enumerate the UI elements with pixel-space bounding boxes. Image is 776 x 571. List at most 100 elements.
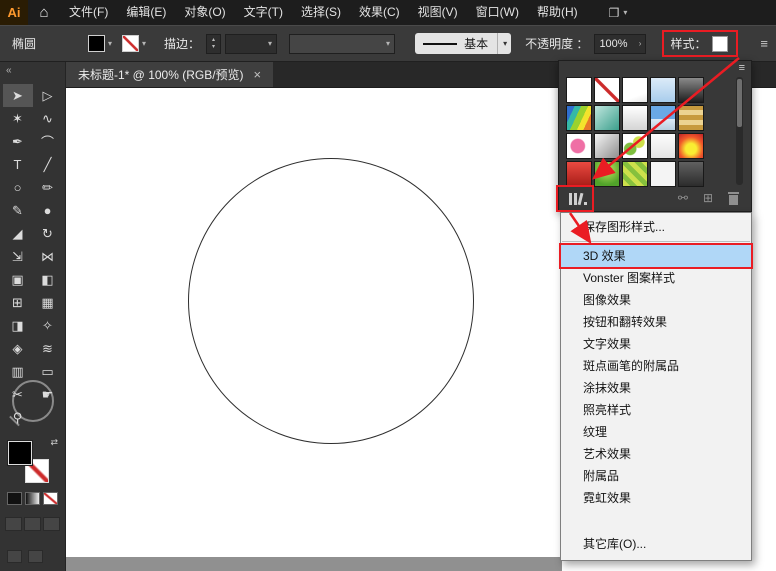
none-button[interactable]	[43, 492, 58, 505]
stepper-up-icon[interactable]: ▴	[212, 37, 215, 44]
style-swatch[interactable]	[712, 36, 728, 52]
menu-item-3d-effects-highlighted[interactable]: 3D 效果	[561, 245, 751, 267]
swatch-green-gloss[interactable]	[594, 161, 620, 187]
width-profile-dropdown[interactable]: ▾	[289, 34, 395, 54]
stroke-weight-stepper[interactable]: ▴ ▾	[206, 34, 221, 54]
gradient-button[interactable]	[25, 492, 40, 505]
swatch-gold-bands[interactable]	[678, 105, 704, 131]
swatch-leaf-pattern[interactable]	[622, 161, 648, 187]
edit-toolbar-button[interactable]	[28, 550, 43, 563]
swatch-green-dots[interactable]	[622, 133, 648, 159]
artboard-tool[interactable]: ▭	[33, 360, 63, 383]
swatch-fire[interactable]	[678, 133, 704, 159]
menu-item[interactable]: 涂抹效果	[561, 377, 751, 399]
perspective-grid-tool[interactable]: ⊞	[3, 291, 33, 314]
lasso-tool[interactable]: ∿	[33, 107, 63, 130]
curvature-tool[interactable]: ⌒	[33, 130, 63, 153]
menu-item[interactable]: 文字效果	[561, 333, 751, 355]
drawn-ellipse-shape[interactable]	[188, 158, 474, 444]
style-control-highlighted[interactable]: 样式：	[662, 30, 738, 57]
swatch-white-sheen[interactable]	[622, 105, 648, 131]
fill-proxy-swatch[interactable]	[8, 441, 32, 465]
eyedropper-tool[interactable]: ✧	[33, 314, 63, 337]
pencil-tool[interactable]: ✎	[3, 199, 33, 222]
menubar-item[interactable]: 视图(V)	[409, 0, 467, 25]
free-transform-tool[interactable]: ▣	[3, 268, 33, 291]
menubar-item[interactable]: 帮助(H)	[528, 0, 587, 25]
workspace-switcher[interactable]: ❐ ▾	[609, 6, 628, 20]
menubar-item[interactable]: 文字(T)	[235, 0, 292, 25]
menu-item[interactable]: 斑点画笔的附属品	[561, 355, 751, 377]
collapse-panel-icon[interactable]: «	[0, 62, 65, 76]
home-icon[interactable]: ⌂	[28, 4, 60, 21]
hand-tool[interactable]: ☛	[33, 383, 63, 406]
scrollbar-thumb[interactable]	[737, 79, 742, 127]
swatch-teal[interactable]	[594, 105, 620, 131]
draw-inside-button[interactable]	[43, 517, 60, 531]
menubar-item[interactable]: 文件(F)	[60, 0, 117, 25]
swatch-pink-blob[interactable]	[566, 133, 592, 159]
break-link-to-style-icon[interactable]: ⚯	[678, 191, 688, 205]
menu-item[interactable]: Vonster 图案样式	[561, 267, 751, 289]
swatch-blue-frame[interactable]	[650, 77, 676, 103]
swatch-plain-light[interactable]	[622, 77, 648, 103]
menubar-item[interactable]: 窗口(W)	[467, 0, 528, 25]
scale-tool[interactable]: ⇲	[3, 245, 33, 268]
type-tool[interactable]: T	[3, 153, 33, 176]
magic-wand-tool[interactable]: ✶	[3, 107, 33, 130]
panel-flyout-menu-icon[interactable]: ≡	[760, 36, 768, 51]
zoom-tool[interactable]: ⚲	[3, 406, 33, 429]
opacity-dropdown[interactable]: 100% ›	[594, 34, 646, 54]
swatch-silver-bevel[interactable]	[594, 133, 620, 159]
swatch-dark[interactable]	[678, 161, 704, 187]
paintbrush-tool[interactable]: ✏	[33, 176, 63, 199]
rotate-tool[interactable]: ↻	[33, 222, 63, 245]
column-graph-tool[interactable]: ▥	[3, 360, 33, 383]
stepper-down-icon[interactable]: ▾	[212, 44, 215, 51]
screen-mode-button[interactable]	[7, 550, 22, 563]
stroke-color-control[interactable]: ▾	[122, 35, 146, 52]
swatch-light[interactable]	[650, 161, 676, 187]
menu-item[interactable]: 保存图形样式...	[561, 216, 751, 238]
slice-tool[interactable]: ✂	[3, 383, 33, 406]
new-graphic-style-icon[interactable]: ⊞	[703, 191, 713, 205]
gradient-tool[interactable]: ◨	[3, 314, 33, 337]
blob-brush-tool[interactable]: ●	[33, 199, 63, 222]
swatch-sky-photo[interactable]	[650, 105, 676, 131]
color-button[interactable]	[7, 492, 22, 505]
line-segment-tool[interactable]: ╱	[33, 153, 63, 176]
brush-definition-dropdown[interactable]: 基本 ▾	[415, 33, 511, 54]
swatch-red[interactable]	[566, 161, 592, 187]
swatch-default[interactable]	[566, 77, 592, 103]
menu-item[interactable]: 图像效果	[561, 289, 751, 311]
pen-tool[interactable]: ✒	[3, 130, 33, 153]
menu-item[interactable]: 艺术效果	[561, 443, 751, 465]
menu-item[interactable]: 霓虹效果	[561, 487, 751, 509]
swatch-pale[interactable]	[650, 133, 676, 159]
illustrator-logo-icon[interactable]: Ai	[0, 0, 28, 25]
fill-color-control[interactable]: ▾	[88, 35, 112, 52]
document-tab[interactable]: 未标题-1* @ 100% (RGB/预览) ×	[66, 62, 273, 87]
swatch-dark-gradient[interactable]	[678, 77, 704, 103]
shape-builder-tool[interactable]: ◧	[33, 268, 63, 291]
menubar-item[interactable]: 选择(S)	[292, 0, 350, 25]
menu-item[interactable]: 照亮样式	[561, 399, 751, 421]
ellipse-tool[interactable]: ○	[3, 176, 33, 199]
panel-menu-icon[interactable]: ≡	[739, 62, 745, 74]
swatch-scrollbar[interactable]	[736, 77, 743, 185]
swatch-none[interactable]	[594, 77, 620, 103]
swap-fill-stroke-icon[interactable]: ⇄	[50, 437, 58, 448]
stroke-weight-dropdown[interactable]: ▾	[225, 34, 277, 54]
draw-behind-button[interactable]	[24, 517, 41, 531]
fill-color-swatch[interactable]	[88, 35, 105, 52]
delete-style-icon[interactable]	[728, 192, 739, 205]
menu-item[interactable]: 纹理	[561, 421, 751, 443]
menubar-item[interactable]: 效果(C)	[350, 0, 409, 25]
width-tool[interactable]: ⋈	[33, 245, 63, 268]
menu-item[interactable]: 附属品	[561, 465, 751, 487]
menu-item[interactable]: 按钮和翻转效果	[561, 311, 751, 333]
horizontal-scrollbar[interactable]	[66, 557, 562, 571]
selection-tool[interactable]: ➤	[3, 84, 33, 107]
menubar-item[interactable]: 编辑(E)	[117, 0, 175, 25]
symbol-sprayer-tool[interactable]: ≋	[33, 337, 63, 360]
